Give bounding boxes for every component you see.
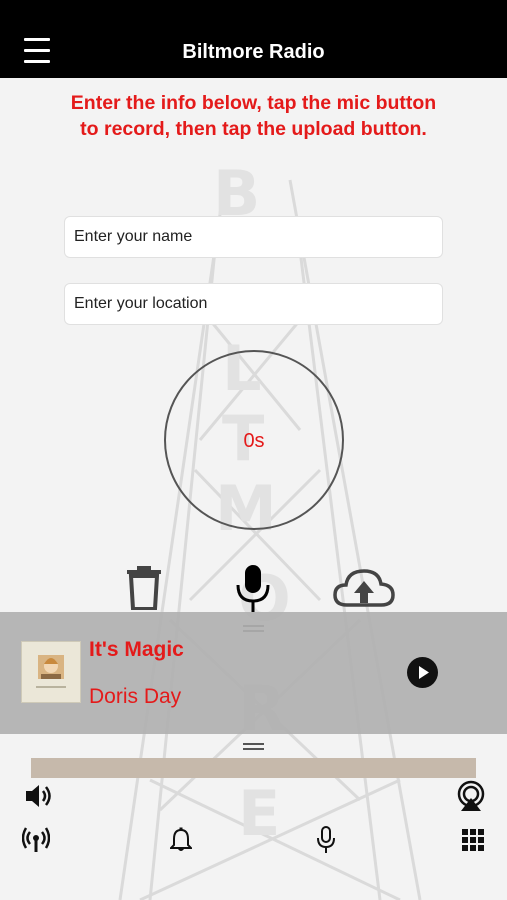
volume-icon[interactable]: [24, 782, 54, 810]
podcast-icon[interactable]: [22, 826, 50, 854]
play-button[interactable]: [407, 657, 438, 688]
track-artist: Doris Day: [89, 685, 182, 708]
app-title: Biltmore Radio: [182, 41, 325, 63]
trash-icon[interactable]: [126, 564, 162, 610]
bell-icon[interactable]: [170, 827, 192, 853]
app-header: Biltmore Radio: [0, 0, 507, 78]
record-timer-value: 0s: [243, 430, 265, 452]
play-icon: [419, 666, 429, 679]
instructions-text: Enter the info below, tap the mic button…: [70, 92, 437, 140]
track-title: It's Magic: [89, 638, 184, 661]
album-art: [21, 641, 81, 703]
drag-handle[interactable]: [243, 743, 264, 751]
progress-bar[interactable]: [31, 758, 476, 778]
location-input[interactable]: [64, 283, 443, 325]
grid-icon[interactable]: [462, 829, 484, 851]
microphone-icon[interactable]: [233, 564, 273, 614]
svg-text:E: E: [238, 777, 280, 850]
name-input[interactable]: [64, 216, 443, 258]
microphone-icon[interactable]: [316, 826, 336, 854]
cloud-upload-icon[interactable]: [333, 567, 395, 609]
airplay-icon[interactable]: [455, 780, 487, 812]
